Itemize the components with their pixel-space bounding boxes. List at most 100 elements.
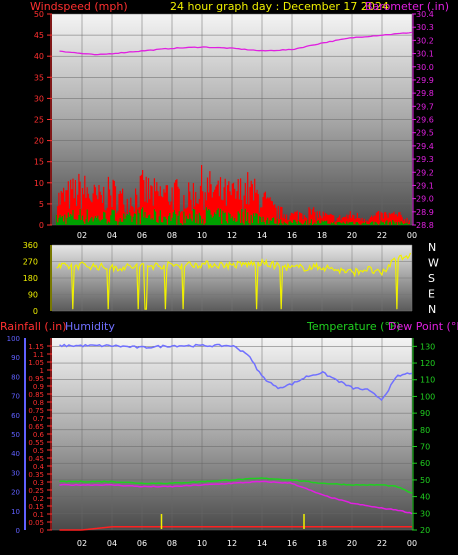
- direction-tick-label: 90: [28, 291, 38, 300]
- time-axis-tick-label: 10: [197, 539, 207, 548]
- rainfall-axis-title: Rainfall (.in): [0, 320, 67, 333]
- time-axis-tick-label: 18: [317, 539, 327, 548]
- rainfall-tick-label: 0.5: [33, 447, 44, 455]
- rainfall-tick-label: 0.7: [33, 415, 44, 423]
- wind-axis-tick-label: 45: [34, 31, 44, 40]
- rainfall-tick-label: 0: [40, 527, 44, 535]
- rainfall-tick-label: 0.9: [33, 383, 44, 391]
- time-axis-tick-label: 12: [227, 231, 237, 240]
- direction-tick-label: 270: [23, 258, 38, 267]
- temperature-tick-label: 40: [420, 493, 430, 502]
- rainfall-tick-label: 0.45: [28, 455, 44, 463]
- rainfall-tick-label: 0.25: [28, 487, 44, 495]
- wind-axis-tick-label: 5: [39, 200, 44, 209]
- time-axis-tick-label: 04: [107, 231, 117, 240]
- temperature-axis-title: Temperature (°F): [306, 320, 401, 333]
- rainfall-tick-label: 0.8: [33, 399, 44, 407]
- time-axis-tick-label: 08: [167, 539, 177, 548]
- time-axis-tick-label: 06: [137, 231, 147, 240]
- rainfall-tick-label: 0.4: [33, 463, 45, 471]
- temperature-tick-label: 100: [420, 392, 435, 401]
- barometer-axis-title: Barometer (.in): [365, 0, 449, 13]
- temperature-tick-label: 50: [420, 476, 430, 485]
- rainfall-tick-label: 0.55: [28, 439, 44, 447]
- rainfall-tick-label: 0.2: [33, 495, 44, 503]
- rainfall-tick-label: 1.15: [28, 343, 44, 351]
- time-axis-tick-label: 00: [407, 539, 417, 548]
- time-axis-tick-label: 02: [77, 231, 87, 240]
- wind-axis-tick-label: 50: [34, 10, 44, 19]
- temperature-tick-label: 60: [420, 459, 430, 468]
- barometer-tick-label: 29.7: [416, 102, 434, 111]
- time-axis-tick-label: 20: [347, 539, 357, 548]
- temperature-tick-label: 20: [420, 526, 430, 535]
- humidity-tick-label: 20: [11, 489, 20, 497]
- barometer-tick-label: 30.1: [416, 50, 434, 59]
- compass-label: S: [428, 272, 435, 285]
- barometer-tick-label: 30.2: [416, 36, 434, 45]
- humidity-tick-label: 60: [11, 412, 20, 420]
- compass-label: N: [428, 241, 436, 254]
- humidity-tick-label: 90: [11, 354, 20, 362]
- rainfall-tick-label: 0.35: [28, 471, 44, 479]
- barometer-tick-label: 29.5: [416, 129, 434, 138]
- chart-title: 24 hour graph day : December 17 2024: [170, 0, 389, 13]
- wind-axis-tick-label: 25: [34, 116, 44, 125]
- time-axis-tick-label: 08: [167, 231, 177, 240]
- barometer-tick-label: 29.9: [416, 76, 434, 85]
- humidity-tick-label: 50: [11, 431, 20, 439]
- time-axis-tick-label: 16: [287, 539, 297, 548]
- barometer-tick-label: 29.2: [416, 168, 434, 177]
- temperature-tick-label: 110: [420, 376, 435, 385]
- rainfall-tick-label: 0.3: [33, 479, 44, 487]
- temperature-tick-label: 80: [420, 426, 430, 435]
- humidity-tick-label: 10: [11, 508, 20, 516]
- humidity-tick-label: 70: [11, 393, 20, 401]
- dewpoint-axis-title: Dew Point (°F): [388, 320, 458, 333]
- compass-label: E: [428, 288, 435, 301]
- compass-label: N: [428, 303, 436, 316]
- time-axis-tick-label: 18: [317, 231, 327, 240]
- barometer-tick-label: 28.8: [416, 221, 434, 230]
- barometer-tick-label: 29.1: [416, 181, 434, 190]
- barometer-tick-label: 29.8: [416, 89, 434, 98]
- rainfall-tick-label: 1.1: [33, 351, 44, 359]
- time-axis-tick-label: 06: [137, 539, 147, 548]
- humidity-tick-label: 80: [11, 373, 20, 381]
- rainfall-tick-label: 0.75: [28, 407, 44, 415]
- barometer-tick-label: 28.9: [416, 208, 434, 217]
- wind-axis-tick-label: 0: [39, 221, 44, 230]
- rainfall-tick-label: 0.65: [28, 423, 44, 431]
- rainfall-tick-label: 0.1: [33, 511, 44, 519]
- rainfall-tick-label: 0.95: [28, 375, 44, 383]
- rainfall-tick-label: 1.05: [28, 359, 44, 367]
- time-axis-tick-label: 14: [257, 539, 267, 548]
- wind-axis-tick-label: 15: [34, 158, 44, 167]
- time-axis-tick-label: 12: [227, 539, 237, 548]
- barometer-tick-label: 29.6: [416, 116, 434, 125]
- rainfall-tick-label: 0.15: [28, 503, 44, 511]
- humidity-tick-label: 0: [16, 527, 20, 535]
- time-axis-tick-label: 20: [347, 231, 357, 240]
- rainfall-tick-label: 1: [40, 367, 44, 375]
- barometer-tick-label: 29.4: [416, 142, 434, 151]
- direction-tick-label: 360: [23, 241, 38, 250]
- windspeed-axis-title: Windspeed (mph): [30, 0, 128, 13]
- direction-tick-label: 180: [23, 274, 38, 283]
- time-axis-tick-label: 10: [197, 231, 207, 240]
- barometer-tick-label: 30.4: [416, 10, 434, 19]
- time-axis-tick-label: 22: [377, 231, 387, 240]
- temperature-tick-label: 120: [420, 359, 435, 368]
- time-axis-tick-label: 04: [107, 539, 117, 548]
- time-axis-tick-label: 16: [287, 231, 297, 240]
- time-axis-tick-label: 02: [77, 539, 87, 548]
- humidity-tick-label: 40: [11, 450, 20, 458]
- wind-axis-tick-label: 30: [34, 94, 44, 103]
- temperature-tick-label: 70: [420, 443, 430, 452]
- barometer-tick-label: 29.3: [416, 155, 434, 164]
- temperature-tick-label: 30: [420, 509, 430, 518]
- humidity-tick-label: 30: [11, 469, 20, 477]
- barometer-tick-label: 30.3: [416, 23, 434, 32]
- wind-axis-tick-label: 35: [34, 73, 44, 82]
- temperature-tick-label: 130: [420, 342, 435, 351]
